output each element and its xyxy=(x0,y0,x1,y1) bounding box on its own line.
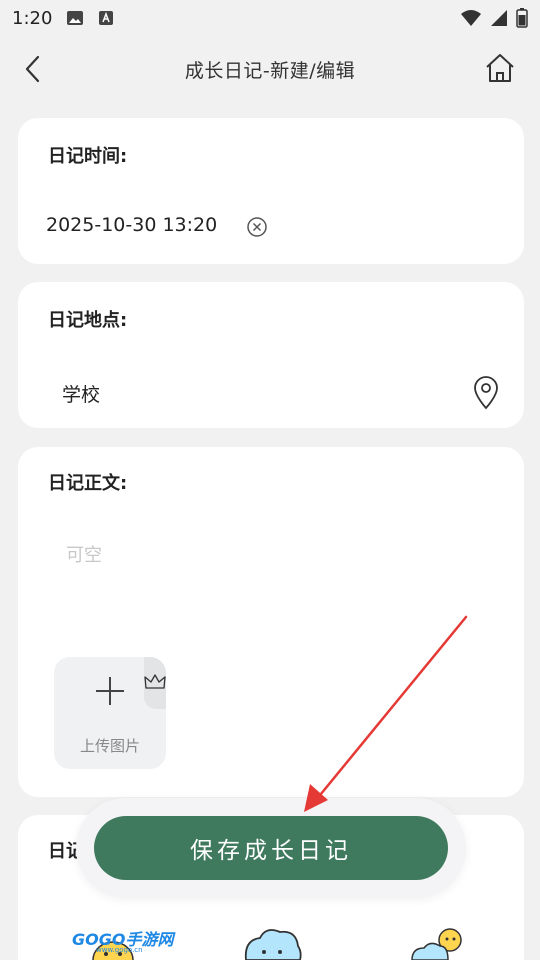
body-card: 日记正文: 可空 上传图片 xyxy=(18,447,524,797)
upload-image-button[interactable]: 上传图片 xyxy=(54,657,166,769)
location-label: 日记地点: xyxy=(48,310,128,331)
mood-sticker-3[interactable] xyxy=(410,926,474,960)
status-bar: 1:20 xyxy=(0,0,540,36)
plus-icon xyxy=(94,675,126,707)
wifi-icon xyxy=(460,9,482,27)
time-label: 日记时间: xyxy=(48,146,128,167)
status-time: 1:20 xyxy=(12,7,53,29)
location-pin-icon[interactable] xyxy=(472,376,500,410)
save-diary-button[interactable]: 保存成长日记 xyxy=(94,816,448,880)
save-button-container: 保存成长日记 xyxy=(76,798,466,898)
chevron-left-icon[interactable] xyxy=(16,52,50,86)
clear-circle-icon[interactable] xyxy=(246,216,268,238)
page-title: 成长日记-新建/编辑 xyxy=(184,59,356,82)
crown-icon xyxy=(144,673,166,691)
upload-label: 上传图片 xyxy=(79,737,140,755)
image-icon xyxy=(66,10,84,26)
nav-bar: 成长日记-新建/编辑 xyxy=(0,36,540,102)
location-value[interactable]: 学校 xyxy=(62,380,100,407)
mood-sticker-2[interactable] xyxy=(240,926,304,960)
home-icon[interactable] xyxy=(480,48,520,88)
body-label: 日记正文: xyxy=(48,473,128,494)
mood-stickers: GOGO手游网 www.gogo.cn xyxy=(0,920,540,960)
signal-icon xyxy=(490,9,508,27)
body-textarea[interactable]: 可空 xyxy=(66,541,102,567)
time-value[interactable]: 2025-10-30 13:20 xyxy=(46,214,217,236)
location-card: 日记地点: 学校 xyxy=(18,282,524,428)
watermark-url: www.gogo.cn xyxy=(96,946,143,954)
battery-icon xyxy=(516,8,528,28)
time-card: 日记时间: 2025-10-30 13:20 xyxy=(18,118,524,264)
a-text-icon xyxy=(98,10,114,26)
